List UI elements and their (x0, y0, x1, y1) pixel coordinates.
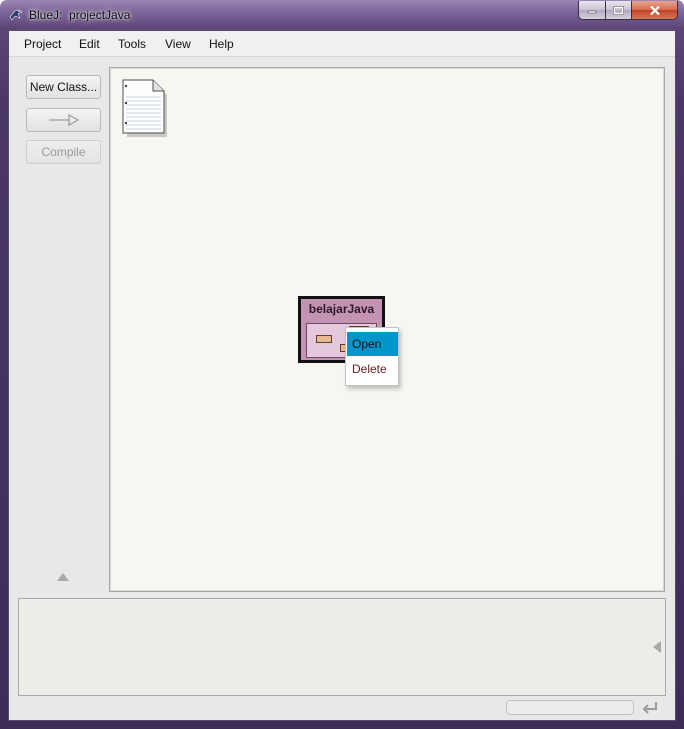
bluej-window: BlueJ: projectJava Project Edit Tools Vi… (0, 0, 684, 729)
uses-arrow-button[interactable] (26, 108, 101, 132)
client-area: Project Edit Tools View Help New Class..… (8, 30, 676, 721)
maximize-button[interactable] (606, 1, 632, 20)
new-class-button[interactable]: New Class... (26, 75, 101, 99)
panel-expand-up-icon[interactable] (57, 573, 69, 581)
context-menu-open[interactable]: Open (347, 332, 398, 356)
field-icon (316, 335, 332, 343)
class-context-menu: Open Delete (345, 327, 399, 386)
menu-help[interactable]: Help (209, 37, 234, 51)
progress-bar (506, 700, 634, 715)
context-menu-delete[interactable]: Delete (347, 357, 398, 381)
class-name-label: belajarJava (308, 302, 375, 316)
menu-tools[interactable]: Tools (118, 37, 146, 51)
close-icon (649, 5, 660, 15)
uses-arrow-icon (48, 114, 79, 126)
caption-buttons (578, 1, 678, 21)
close-button[interactable] (632, 1, 678, 20)
message-area[interactable] (18, 598, 666, 696)
menu-project[interactable]: Project (24, 37, 61, 51)
return-arrow-icon[interactable] (642, 699, 660, 715)
menu-view[interactable]: View (165, 37, 191, 51)
window-title: BlueJ: projectJava (29, 8, 131, 22)
menu-edit[interactable]: Edit (79, 37, 100, 51)
title-bar[interactable]: BlueJ: projectJava (0, 0, 684, 30)
minimize-icon (587, 10, 597, 14)
menu-bar: Project Edit Tools View Help (9, 31, 675, 57)
maximize-icon (613, 5, 624, 15)
readme-document-icon[interactable] (121, 79, 167, 137)
collapse-left-icon[interactable] (653, 641, 661, 653)
compile-button[interactable]: Compile (26, 140, 101, 164)
bluej-bird-icon (9, 9, 23, 21)
minimize-button[interactable] (578, 1, 606, 20)
